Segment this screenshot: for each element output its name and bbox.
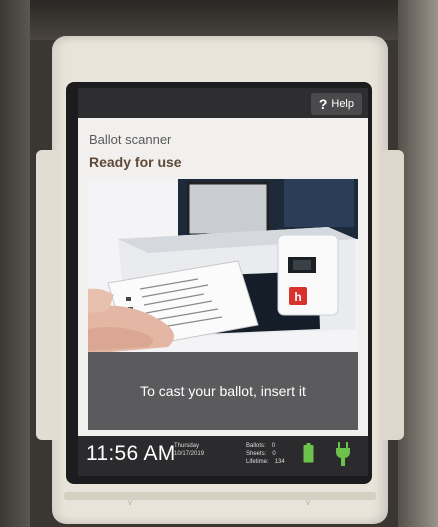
background-left xyxy=(0,0,30,527)
top-bar: ? Help xyxy=(78,88,368,118)
status-heading: Ready for use xyxy=(89,154,182,170)
background-right xyxy=(398,0,438,527)
question-mark-icon: ? xyxy=(318,96,328,112)
date-label: 10/17/2019 xyxy=(174,451,205,457)
housing-side-tab-left xyxy=(36,150,58,440)
status-bar: 11:56 AM Thursday 10/17/2019 Ballots: 0 S… xyxy=(78,436,368,476)
ballots-value: 0 xyxy=(271,443,276,449)
battery-full-icon xyxy=(303,443,314,463)
instruction-banner: To cast your ballot, insert it xyxy=(88,352,358,430)
date-block: Thursday 10/17/2019 xyxy=(174,442,204,458)
insert-ballot-illustration: h xyxy=(88,179,358,354)
base-notch-left: v xyxy=(128,498,132,507)
day-label: Thursday xyxy=(174,443,200,449)
help-button-label: Help xyxy=(331,98,354,110)
ballot-counters: Ballots: 0 Sheets: 0 Lifetime: 134 xyxy=(246,442,285,466)
screen-title: Ballot scanner xyxy=(89,132,172,147)
sheets-value: 0 xyxy=(272,451,276,457)
sheets-label: Sheets: xyxy=(246,451,267,457)
housing-side-tab-right xyxy=(382,150,404,440)
svg-text:h: h xyxy=(294,290,301,304)
background-wall xyxy=(0,0,438,40)
clock-time: 11:56 AM xyxy=(86,442,176,465)
base-notch-right: v xyxy=(306,498,310,507)
power-plug-icon xyxy=(336,442,350,466)
help-button[interactable]: ? Help xyxy=(310,93,362,115)
touch-screen: ? Help Ballot scanner Ready for use h To… xyxy=(78,88,368,476)
ballots-label: Ballots: xyxy=(246,443,266,449)
lifetime-value: 134 xyxy=(274,459,285,465)
housing-base-rail xyxy=(64,492,376,500)
lifetime-label: Lifetime: xyxy=(246,459,269,465)
